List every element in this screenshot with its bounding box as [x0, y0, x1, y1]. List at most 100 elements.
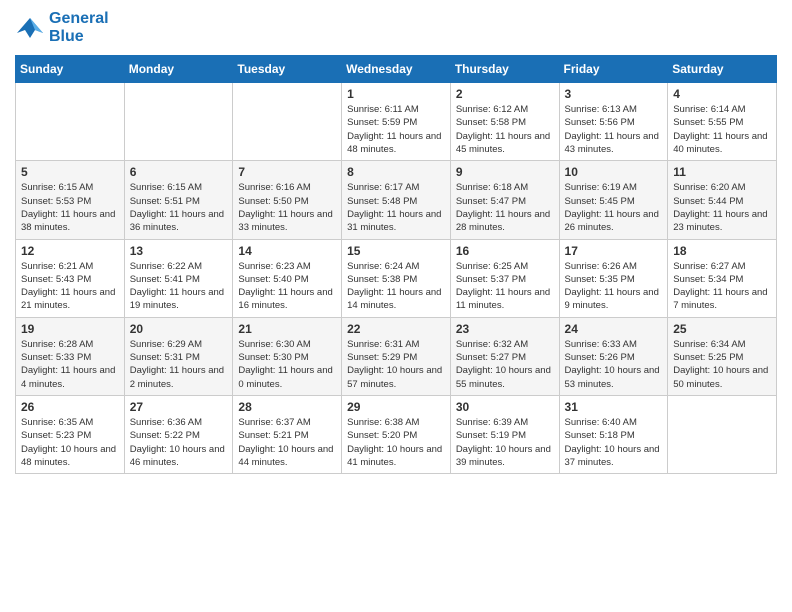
- calendar-week-row: 5 Sunrise: 6:15 AM Sunset: 5:53 PM Daylig…: [16, 161, 777, 239]
- day-number: 9: [456, 165, 554, 179]
- day-info: Sunrise: 6:39 AM Sunset: 5:19 PM Dayligh…: [456, 416, 554, 469]
- calendar-cell: 6 Sunrise: 6:15 AM Sunset: 5:51 PM Daylig…: [124, 161, 233, 239]
- weekday-header-row: SundayMondayTuesdayWednesdayThursdayFrid…: [16, 56, 777, 83]
- calendar-cell: 16 Sunrise: 6:25 AM Sunset: 5:37 PM Dayli…: [450, 239, 559, 317]
- day-number: 23: [456, 322, 554, 336]
- day-info: Sunrise: 6:12 AM Sunset: 5:58 PM Dayligh…: [456, 103, 554, 156]
- calendar-cell: 13 Sunrise: 6:22 AM Sunset: 5:41 PM Dayli…: [124, 239, 233, 317]
- day-number: 2: [456, 87, 554, 101]
- day-number: 25: [673, 322, 771, 336]
- day-number: 14: [238, 244, 336, 258]
- day-info: Sunrise: 6:36 AM Sunset: 5:22 PM Dayligh…: [130, 416, 228, 469]
- weekday-header-wednesday: Wednesday: [342, 56, 451, 83]
- day-info: Sunrise: 6:31 AM Sunset: 5:29 PM Dayligh…: [347, 338, 445, 391]
- logo: General Blue: [15, 10, 109, 45]
- calendar-cell: 14Sunrise: 6:23 AM Sunset: 5:40 PM Dayli…: [233, 239, 342, 317]
- header: General Blue: [15, 10, 777, 45]
- day-info: Sunrise: 6:38 AM Sunset: 5:20 PM Dayligh…: [347, 416, 445, 469]
- page: General Blue SundayMondayTuesdayWednesda…: [0, 0, 792, 489]
- day-number: 30: [456, 400, 554, 414]
- day-info: Sunrise: 6:35 AM Sunset: 5:23 PM Dayligh…: [21, 416, 119, 469]
- calendar-cell: 27Sunrise: 6:36 AM Sunset: 5:22 PM Dayli…: [124, 395, 233, 473]
- day-number: 31: [565, 400, 663, 414]
- day-number: 17: [565, 244, 663, 258]
- day-number: 20: [130, 322, 228, 336]
- calendar-cell: 29 Sunrise: 6:38 AM Sunset: 5:20 PM Dayli…: [342, 395, 451, 473]
- day-number: 16: [456, 244, 554, 258]
- day-number: 26: [21, 400, 119, 414]
- day-number: 29: [347, 400, 445, 414]
- day-number: 22: [347, 322, 445, 336]
- day-info: Sunrise: 6:17 AM Sunset: 5:48 PM Dayligh…: [347, 181, 445, 234]
- calendar-cell: 26 Sunrise: 6:35 AM Sunset: 5:23 PM Dayli…: [16, 395, 125, 473]
- day-info: Sunrise: 6:24 AM Sunset: 5:38 PM Dayligh…: [347, 260, 445, 313]
- day-info: Sunrise: 6:15 AM Sunset: 5:51 PM Dayligh…: [130, 181, 228, 234]
- calendar-cell: 20 Sunrise: 6:29 AM Sunset: 5:31 PM Dayli…: [124, 317, 233, 395]
- calendar-cell: 17 Sunrise: 6:26 AM Sunset: 5:35 PM Dayli…: [559, 239, 668, 317]
- day-info: Sunrise: 6:27 AM Sunset: 5:34 PM Dayligh…: [673, 260, 771, 313]
- day-number: 12: [21, 244, 119, 258]
- day-number: 24: [565, 322, 663, 336]
- day-number: 15: [347, 244, 445, 258]
- day-number: 6: [130, 165, 228, 179]
- calendar-cell: 9 Sunrise: 6:18 AM Sunset: 5:47 PM Daylig…: [450, 161, 559, 239]
- calendar-cell: 19 Sunrise: 6:28 AM Sunset: 5:33 PM Dayli…: [16, 317, 125, 395]
- day-number: 18: [673, 244, 771, 258]
- calendar-cell: 30 Sunrise: 6:39 AM Sunset: 5:19 PM Dayli…: [450, 395, 559, 473]
- calendar-cell: 24 Sunrise: 6:33 AM Sunset: 5:26 PM Dayli…: [559, 317, 668, 395]
- calendar-table: SundayMondayTuesdayWednesdayThursdayFrid…: [15, 55, 777, 474]
- day-info: Sunrise: 6:22 AM Sunset: 5:41 PM Dayligh…: [130, 260, 228, 313]
- day-info: Sunrise: 6:15 AM Sunset: 5:53 PM Dayligh…: [21, 181, 119, 234]
- day-info: Sunrise: 6:28 AM Sunset: 5:33 PM Dayligh…: [21, 338, 119, 391]
- calendar-cell: 3 Sunrise: 6:13 AM Sunset: 5:56 PM Daylig…: [559, 83, 668, 161]
- day-number: 19: [21, 322, 119, 336]
- weekday-header-sunday: Sunday: [16, 56, 125, 83]
- calendar-cell: 7 Sunrise: 6:16 AM Sunset: 5:50 PM Daylig…: [233, 161, 342, 239]
- weekday-header-saturday: Saturday: [668, 56, 777, 83]
- calendar-week-row: 19 Sunrise: 6:28 AM Sunset: 5:33 PM Dayli…: [16, 317, 777, 395]
- day-info: Sunrise: 6:30 AM Sunset: 5:30 PM Dayligh…: [238, 338, 336, 391]
- day-info: Sunrise: 6:21 AM Sunset: 5:43 PM Dayligh…: [21, 260, 119, 313]
- day-info: Sunrise: 6:13 AM Sunset: 5:56 PM Dayligh…: [565, 103, 663, 156]
- day-info: Sunrise: 6:25 AM Sunset: 5:37 PM Dayligh…: [456, 260, 554, 313]
- calendar-week-row: 26 Sunrise: 6:35 AM Sunset: 5:23 PM Dayli…: [16, 395, 777, 473]
- calendar-cell: 12 Sunrise: 6:21 AM Sunset: 5:43 PM Dayli…: [16, 239, 125, 317]
- day-number: 28: [238, 400, 336, 414]
- day-info: Sunrise: 6:18 AM Sunset: 5:47 PM Dayligh…: [456, 181, 554, 234]
- day-info: Sunrise: 6:29 AM Sunset: 5:31 PM Dayligh…: [130, 338, 228, 391]
- calendar-cell: 25 Sunrise: 6:34 AM Sunset: 5:25 PM Dayli…: [668, 317, 777, 395]
- calendar-cell: 15 Sunrise: 6:24 AM Sunset: 5:38 PM Dayli…: [342, 239, 451, 317]
- calendar-cell: [16, 83, 125, 161]
- day-info: Sunrise: 6:20 AM Sunset: 5:44 PM Dayligh…: [673, 181, 771, 234]
- day-info: Sunrise: 6:26 AM Sunset: 5:35 PM Dayligh…: [565, 260, 663, 313]
- calendar-cell: [233, 83, 342, 161]
- weekday-header-friday: Friday: [559, 56, 668, 83]
- calendar-cell: 10Sunrise: 6:19 AM Sunset: 5:45 PM Dayli…: [559, 161, 668, 239]
- calendar-cell: 21Sunrise: 6:30 AM Sunset: 5:30 PM Dayli…: [233, 317, 342, 395]
- day-number: 13: [130, 244, 228, 258]
- calendar-week-row: 12 Sunrise: 6:21 AM Sunset: 5:43 PM Dayli…: [16, 239, 777, 317]
- day-number: 11: [673, 165, 771, 179]
- day-info: Sunrise: 6:37 AM Sunset: 5:21 PM Dayligh…: [238, 416, 336, 469]
- calendar-cell: 5 Sunrise: 6:15 AM Sunset: 5:53 PM Daylig…: [16, 161, 125, 239]
- logo-text: General Blue: [49, 10, 109, 45]
- day-number: 7: [238, 165, 336, 179]
- day-info: Sunrise: 6:32 AM Sunset: 5:27 PM Dayligh…: [456, 338, 554, 391]
- calendar-cell: 1Sunrise: 6:11 AM Sunset: 5:59 PM Daylig…: [342, 83, 451, 161]
- day-info: Sunrise: 6:16 AM Sunset: 5:50 PM Dayligh…: [238, 181, 336, 234]
- day-info: Sunrise: 6:11 AM Sunset: 5:59 PM Dayligh…: [347, 103, 445, 156]
- day-info: Sunrise: 6:34 AM Sunset: 5:25 PM Dayligh…: [673, 338, 771, 391]
- calendar-cell: 28 Sunrise: 6:37 AM Sunset: 5:21 PM Dayli…: [233, 395, 342, 473]
- logo-icon: [15, 13, 45, 43]
- weekday-header-monday: Monday: [124, 56, 233, 83]
- day-number: 4: [673, 87, 771, 101]
- day-number: 3: [565, 87, 663, 101]
- calendar-cell: 4Sunrise: 6:14 AM Sunset: 5:55 PM Daylig…: [668, 83, 777, 161]
- calendar-cell: 11 Sunrise: 6:20 AM Sunset: 5:44 PM Dayli…: [668, 161, 777, 239]
- calendar-cell: 23 Sunrise: 6:32 AM Sunset: 5:27 PM Dayli…: [450, 317, 559, 395]
- calendar-cell: 31Sunrise: 6:40 AM Sunset: 5:18 PM Dayli…: [559, 395, 668, 473]
- calendar-cell: 2 Sunrise: 6:12 AM Sunset: 5:58 PM Daylig…: [450, 83, 559, 161]
- calendar-cell: 8Sunrise: 6:17 AM Sunset: 5:48 PM Daylig…: [342, 161, 451, 239]
- day-number: 5: [21, 165, 119, 179]
- day-info: Sunrise: 6:33 AM Sunset: 5:26 PM Dayligh…: [565, 338, 663, 391]
